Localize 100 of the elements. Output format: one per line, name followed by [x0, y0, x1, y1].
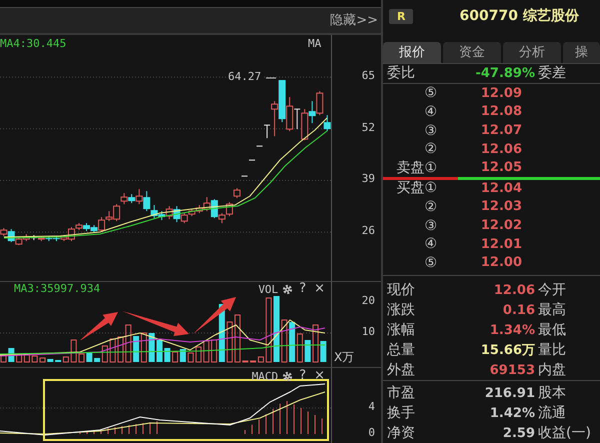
row-label: 收益(一): [537, 424, 591, 442]
row-label: 委比: [386, 64, 416, 82]
price-value: 12.00: [480, 255, 522, 270]
tab[interactable]: 报价: [383, 42, 441, 63]
row-label: 股本: [537, 384, 566, 402]
volume-bar: [125, 324, 132, 363]
axis-tick-label: 52: [362, 120, 375, 134]
stat-value: 1.42%: [488, 406, 535, 421]
indicator-label: MACD: [252, 370, 278, 383]
volume-bar: [110, 338, 116, 363]
row-label: 今开: [537, 281, 566, 300]
high-price-label: 64.27: [227, 70, 262, 83]
order-level-label: ③: [423, 218, 437, 234]
row-label: 涨跌: [386, 301, 416, 320]
volume-bar: [320, 341, 326, 362]
tab[interactable]: 操: [563, 42, 600, 63]
leader-line: [266, 77, 276, 78]
volume-bar: [32, 356, 38, 363]
ratio-value: -47.89%: [474, 66, 535, 81]
row-label: 最低: [537, 321, 566, 340]
stat-value: 0.16: [502, 302, 535, 318]
unit-label: X万: [334, 349, 354, 366]
hide-button[interactable]: 隐藏>>: [330, 11, 381, 30]
price-value: 12.05: [480, 160, 522, 176]
row-label: 委差: [537, 64, 566, 82]
volume-bar: [304, 340, 311, 362]
row-label: 总量: [386, 341, 416, 360]
indicator-label: MA: [308, 36, 322, 50]
row-label: 量比: [537, 341, 566, 360]
badge: R: [389, 8, 414, 24]
tab[interactable]: 资金: [443, 42, 501, 63]
volume-bar: [86, 352, 92, 362]
row-label: 最高: [537, 301, 566, 320]
order-level-label: 卖盘①: [395, 158, 437, 177]
settings-icon[interactable]: [282, 370, 294, 382]
volume-bar: [70, 340, 77, 363]
volume-bar: [164, 348, 170, 362]
volume-bar: [196, 346, 202, 363]
order-level-label: ⑤: [423, 254, 437, 271]
volume-bar: [0, 354, 6, 363]
arrow: [122, 311, 189, 336]
volume-bar: [188, 352, 194, 363]
order-level-label: ④: [423, 236, 437, 252]
volume-bar: [242, 360, 248, 363]
order-level-label: ③: [423, 122, 437, 139]
axis-tick-label: 0: [368, 426, 375, 440]
row-label: 现价: [386, 281, 416, 300]
candle: [233, 188, 240, 199]
ma-value-label: MA3:35997.934: [14, 282, 100, 296]
order-level-label: ②: [423, 141, 437, 158]
row-label: 换手: [386, 404, 416, 422]
close-button[interactable]: ×: [312, 369, 327, 384]
settings-icon[interactable]: [282, 284, 294, 295]
order-level-label: ②: [423, 198, 437, 215]
stock-title: 600770 综艺股份: [459, 7, 579, 26]
volume-bar: [274, 296, 280, 362]
stat-value: 12.06: [492, 282, 535, 298]
axis-tick-label: 10: [362, 325, 375, 338]
price-value: 12.07: [480, 123, 522, 138]
help-button[interactable]: ?: [297, 282, 308, 296]
price-value: 12.08: [480, 104, 522, 120]
price-value: 12.01: [480, 236, 522, 252]
volume-bar: [266, 298, 272, 363]
stat-value: 15.66万: [480, 342, 535, 360]
close-button[interactable]: ×: [312, 282, 327, 296]
axis-tick-label: 4: [368, 400, 375, 414]
help-button[interactable]: ?: [297, 369, 308, 384]
row-label: 净资: [386, 424, 416, 442]
stat-value: 1.34%: [488, 322, 535, 338]
arrow: [78, 312, 118, 340]
order-level-label: ④: [423, 104, 437, 120]
arrow: [193, 297, 236, 334]
tab[interactable]: 分析: [503, 42, 561, 63]
axis-tick-label: 20: [362, 294, 375, 308]
volume-bar: [47, 359, 54, 362]
volume-bar: [226, 322, 233, 363]
volume-bar: [148, 333, 155, 362]
price-value: 12.06: [480, 142, 522, 157]
order-level-label: ⑤: [423, 85, 437, 102]
volume-bar: [203, 340, 210, 363]
row-label: 流通: [537, 404, 566, 422]
row-label: 市盈: [386, 384, 416, 402]
volume-bar: [78, 354, 84, 363]
indicator-label: VOL: [258, 282, 278, 296]
row-label: 内盘: [537, 361, 566, 380]
price-value: 12.03: [480, 199, 522, 214]
axis-tick-label: 39: [362, 172, 375, 186]
volume-bar: [156, 340, 162, 362]
stat-value: 216.91: [484, 386, 535, 401]
volume-bar: [40, 358, 46, 363]
price-value: 12.04: [480, 180, 522, 196]
axis-tick-label: 65: [362, 69, 375, 82]
stat-value: 2.59: [502, 426, 535, 441]
row-label: 涨幅: [386, 321, 416, 340]
stat-value: 69153: [488, 362, 535, 378]
volume-bar: [312, 324, 318, 363]
volume-bar: [118, 336, 124, 363]
volume-bar: [281, 320, 288, 363]
price-value: 12.09: [480, 86, 522, 101]
axis-tick-label: 26: [362, 224, 375, 238]
